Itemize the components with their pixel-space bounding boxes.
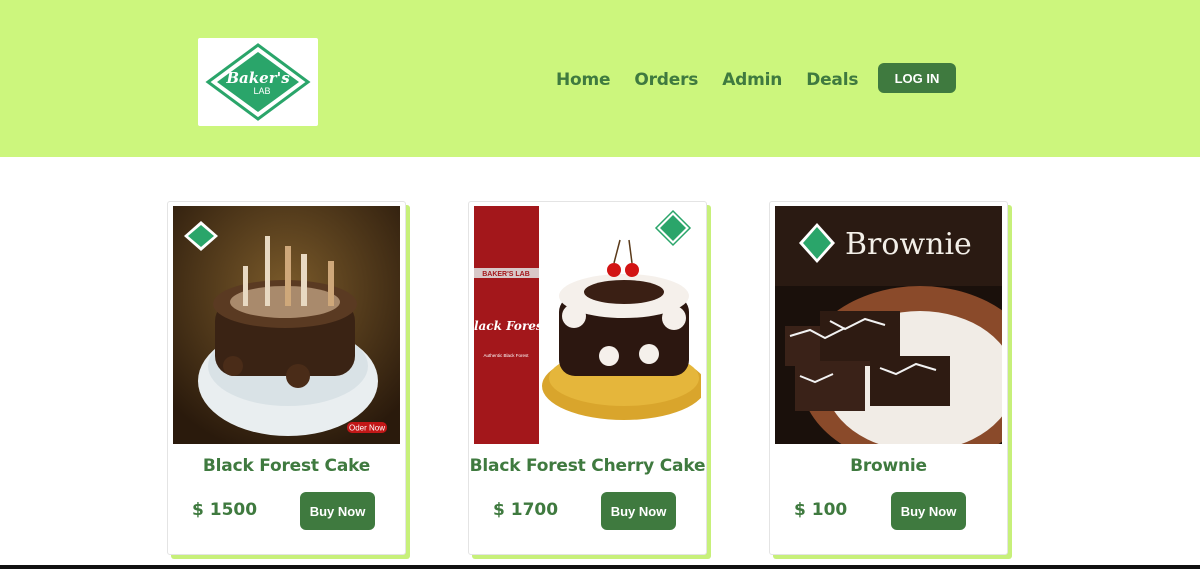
nav-admin[interactable]: Admin [722, 70, 782, 90]
login-button[interactable]: LOG IN [878, 63, 956, 93]
bakers-lab-logo-icon: Baker's LAB [205, 43, 311, 121]
oder-now-badge: Oder Now [349, 424, 385, 433]
product-title: Black Forest Cake [202, 456, 371, 476]
buy-now-button[interactable]: Buy Now [601, 492, 676, 530]
product-title: Brownie [850, 456, 927, 476]
bottom-divider [0, 565, 1200, 569]
product-image-black-forest-cherry-cake[interactable]: BAKER'S LAB Black Forest Authentic Black… [474, 206, 701, 444]
nav-orders[interactable]: Orders [634, 70, 698, 90]
product-card: Brownie Brownie $ 100 Buy Now [769, 201, 1008, 555]
product-price: $ 1500 [192, 500, 258, 520]
main-nav: Home Orders Admin Deals [556, 70, 882, 90]
banner-subtitle: Authentic Black Forest [483, 353, 529, 358]
brand-logo[interactable]: Baker's LAB [198, 38, 318, 126]
product-price: $ 1700 [493, 500, 559, 520]
image-title: Brownie [845, 227, 972, 262]
banner-title: Black Forest [474, 319, 549, 333]
product-image-black-forest-cake[interactable]: Oder Now [173, 206, 400, 444]
nav-deals[interactable]: Deals [806, 70, 858, 90]
svg-text:Baker's: Baker's [225, 69, 290, 87]
product-title: Black Forest Cherry Cake [469, 456, 706, 476]
product-image-brownie[interactable]: Brownie [775, 206, 1002, 444]
product-card: Oder Now Black Forest Cake $ 1500 Buy No… [167, 201, 406, 555]
site-header: Baker's LAB Home Orders Admin Deals LOG … [0, 0, 1200, 157]
buy-now-button[interactable]: Buy Now [300, 492, 375, 530]
banner-brand: BAKER'S LAB [482, 271, 530, 278]
svg-text:LAB: LAB [253, 86, 270, 96]
product-card: BAKER'S LAB Black Forest Authentic Black… [468, 201, 707, 555]
buy-now-button[interactable]: Buy Now [891, 492, 966, 530]
nav-home[interactable]: Home [556, 70, 611, 90]
product-price: $ 100 [794, 500, 848, 520]
